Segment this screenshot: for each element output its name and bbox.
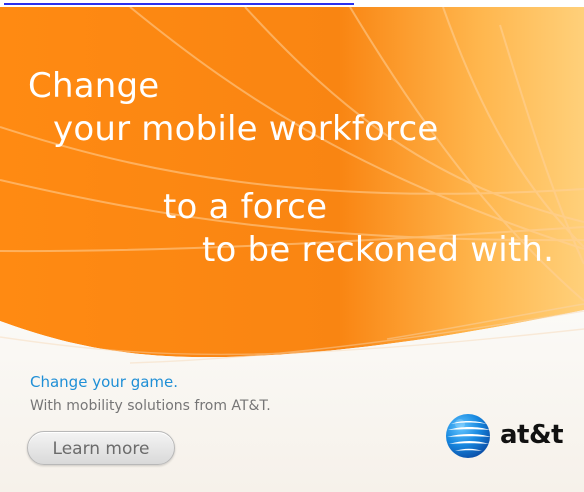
headline-line-4: to be reckoned with. xyxy=(202,230,555,270)
att-logo[interactable]: at&t xyxy=(444,412,579,460)
subline: With mobility solutions from AT&T. xyxy=(30,398,271,414)
top-link-underline[interactable] xyxy=(4,3,354,5)
learn-more-button[interactable]: Learn more xyxy=(27,431,175,465)
att-advertisement[interactable]: Change your mobile workforce to a force … xyxy=(0,7,584,492)
headline-line-3: to a force xyxy=(163,187,328,227)
tagline: Change your game. xyxy=(30,373,179,391)
headline-line-1: Change xyxy=(28,66,160,106)
headline-line-2: your mobile workforce xyxy=(53,109,439,149)
att-globe-icon xyxy=(446,414,491,458)
att-wordmark: at&t xyxy=(500,420,564,450)
page: Change your mobile workforce to a force … xyxy=(0,0,584,492)
